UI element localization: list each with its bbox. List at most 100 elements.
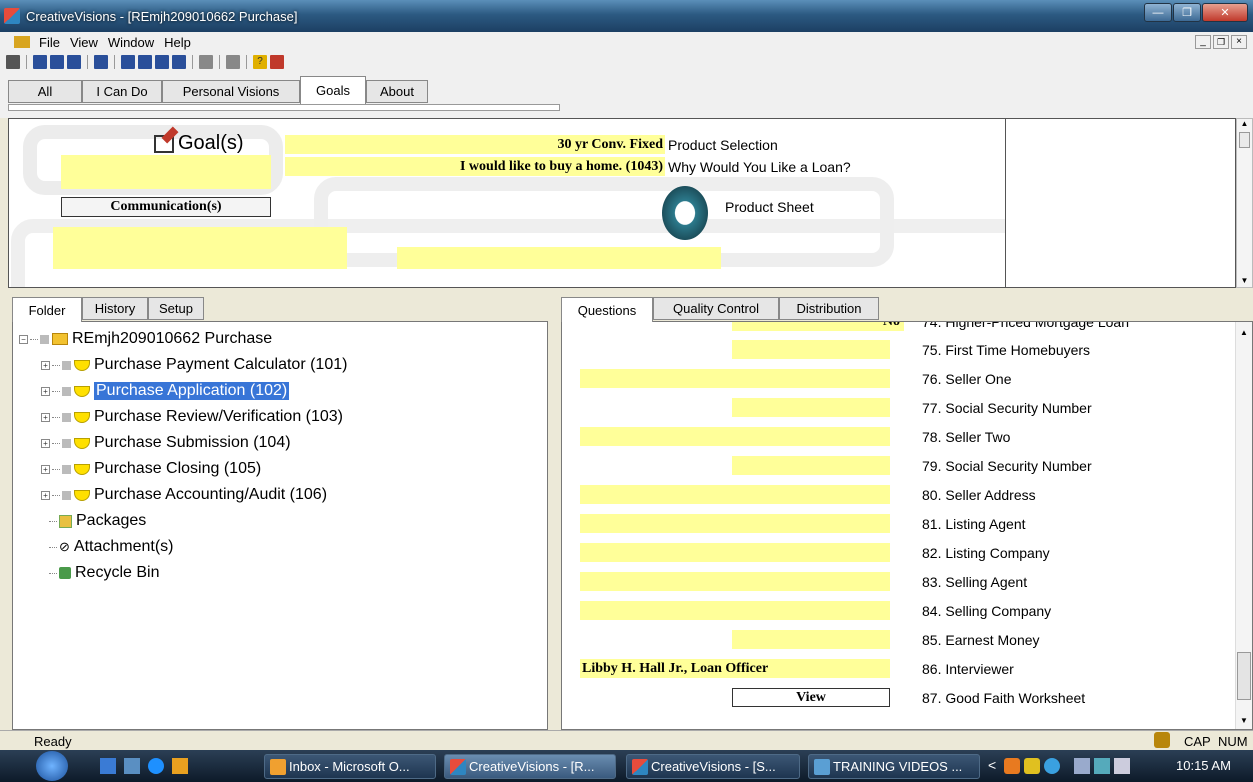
question-field[interactable] — [580, 369, 890, 388]
goal-field[interactable] — [61, 155, 271, 189]
expand-icon[interactable]: + — [41, 438, 50, 448]
toolbar-edit-icon[interactable] — [33, 55, 47, 69]
question-field[interactable] — [580, 485, 890, 504]
toolbar-grid-icon[interactable] — [121, 55, 135, 69]
tree-item-selected[interactable]: + Purchase Application (102) — [41, 382, 290, 400]
toolbar-calculator-icon[interactable] — [155, 55, 169, 69]
toolbar-print-icon[interactable] — [226, 55, 240, 69]
tab-history[interactable]: History — [82, 297, 148, 320]
tab-folder[interactable]: Folder — [12, 297, 82, 322]
menu-window[interactable]: Window — [103, 35, 159, 50]
tree-attachments[interactable]: ⊘ Attachment(s) — [49, 538, 174, 556]
header-scrollbar[interactable]: ▲ ▼ — [1236, 118, 1253, 288]
toolbar-info-icon[interactable] — [94, 55, 108, 69]
product-selection-field[interactable]: 30 yr Conv. Fixed — [285, 135, 665, 154]
view-button[interactable]: View — [732, 688, 890, 707]
product-sheet-icon[interactable] — [662, 186, 708, 240]
question-field[interactable] — [732, 398, 890, 417]
scroll-up-icon[interactable]: ▲ — [1237, 119, 1252, 128]
goal-notes-field[interactable] — [53, 227, 347, 269]
tree-item[interactable]: + Purchase Submission (104) — [41, 434, 291, 452]
tray-expand-icon[interactable]: < — [988, 757, 996, 773]
toolbar-chart-icon[interactable] — [67, 55, 81, 69]
toolbar-data-icon[interactable] — [50, 55, 64, 69]
tree-item[interactable]: + Purchase Payment Calculator (101) — [41, 356, 347, 374]
loan-reason-field[interactable]: I would like to buy a home. (1043) — [285, 157, 665, 176]
browser-icon[interactable] — [148, 758, 164, 774]
questions-scrollbar[interactable]: ▲ ▼ — [1235, 322, 1252, 729]
expand-icon[interactable]: + — [41, 360, 50, 370]
menu-help[interactable]: Help — [159, 35, 196, 50]
toolbar-search-icon[interactable] — [199, 55, 213, 69]
scroll-thumb[interactable] — [1237, 652, 1251, 700]
tree-item[interactable]: + Purchase Accounting/Audit (106) — [41, 486, 327, 504]
question-field[interactable] — [580, 427, 890, 446]
taskbar-button-creativevisions-2[interactable]: CreativeVisions - [S... — [626, 754, 800, 779]
scroll-up-icon[interactable]: ▲ — [1236, 328, 1252, 337]
menu-view[interactable]: View — [65, 35, 103, 50]
network-icon[interactable] — [1094, 758, 1110, 774]
menu-file[interactable]: File — [34, 35, 65, 50]
taskbar-button-inbox[interactable]: Inbox - Microsoft O... — [264, 754, 436, 779]
communications-button[interactable]: Communication(s) — [61, 197, 271, 217]
tree-recycle-bin[interactable]: Recycle Bin — [49, 564, 159, 582]
expand-icon[interactable]: + — [41, 386, 50, 396]
product-sheet-label[interactable]: Product Sheet — [725, 199, 814, 215]
question-field[interactable] — [580, 572, 890, 591]
taskbar-button-creativevisions-1[interactable]: CreativeVisions - [R... — [444, 754, 616, 779]
question-field[interactable] — [732, 630, 890, 649]
tree-root[interactable]: − REmjh209010662 Purchase — [19, 330, 272, 348]
expand-icon[interactable]: + — [41, 412, 50, 422]
close-button[interactable]: ✕ — [1202, 3, 1248, 22]
maximize-button[interactable]: ❐ — [1173, 3, 1201, 22]
question-field[interactable] — [580, 601, 890, 620]
tab-distribution[interactable]: Distribution — [779, 297, 879, 320]
taskbar-button-training-videos[interactable]: TRAINING VIDEOS ... — [808, 754, 980, 779]
toolbar-help-icon[interactable]: ? — [253, 55, 267, 69]
question-field[interactable] — [580, 543, 890, 562]
tab-i-can-do[interactable]: I Can Do — [82, 80, 162, 103]
minimize-button[interactable]: — — [1144, 3, 1172, 22]
tab-goals[interactable]: Goals — [300, 76, 366, 104]
tray-app-icon[interactable] — [1044, 758, 1060, 774]
scroll-thumb[interactable] — [1239, 132, 1250, 148]
tab-personal-visions[interactable]: Personal Visions — [162, 80, 300, 103]
collapse-icon[interactable]: − — [19, 334, 28, 344]
interviewer-field[interactable]: Libby H. Hall Jr., Loan Officer — [580, 659, 890, 678]
tray-app-icon[interactable] — [1074, 758, 1090, 774]
tab-about[interactable]: About — [366, 80, 428, 103]
toolbar-network-icon[interactable] — [172, 55, 186, 69]
volume-icon[interactable] — [1114, 758, 1130, 774]
tab-quality-control[interactable]: Quality Control — [653, 297, 779, 320]
tray-app-icon[interactable] — [1024, 758, 1040, 774]
mdi-close-button[interactable]: × — [1231, 35, 1247, 49]
start-button[interactable] — [36, 751, 68, 781]
status-square-icon — [62, 490, 71, 500]
tab-questions[interactable]: Questions — [561, 297, 653, 322]
scroll-down-icon[interactable]: ▼ — [1236, 716, 1252, 725]
toolbar-tools-icon[interactable] — [138, 55, 152, 69]
tree-item[interactable]: + Purchase Review/Verification (103) — [41, 408, 343, 426]
tree-item[interactable]: + Purchase Closing (105) — [41, 460, 261, 478]
question-field[interactable] — [732, 340, 890, 359]
expand-icon[interactable]: + — [41, 464, 50, 474]
toolbar-exit-icon[interactable] — [270, 55, 284, 69]
question-field[interactable] — [732, 456, 890, 475]
tree-packages[interactable]: Packages — [49, 512, 146, 530]
question-field[interactable] — [580, 514, 890, 533]
clock[interactable]: 10:15 AM — [1176, 758, 1231, 773]
mdi-minimize-button[interactable]: _ — [1195, 35, 1211, 49]
tray-app-icon[interactable] — [1004, 758, 1020, 774]
toolbar-doc-icon[interactable] — [6, 55, 20, 69]
question-field[interactable]: No — [732, 322, 904, 331]
tab-setup[interactable]: Setup — [148, 297, 204, 320]
tab-all[interactable]: All — [8, 80, 82, 103]
window-switcher-icon[interactable] — [124, 758, 140, 774]
mdi-restore-button[interactable]: ❐ — [1213, 35, 1229, 49]
goal-extra-field[interactable] — [397, 247, 721, 269]
expand-icon[interactable]: + — [41, 490, 50, 500]
scroll-down-icon[interactable]: ▼ — [1237, 276, 1252, 285]
mail-icon[interactable] — [172, 758, 188, 774]
shield-icon — [74, 359, 90, 371]
show-desktop-icon[interactable] — [100, 758, 116, 774]
